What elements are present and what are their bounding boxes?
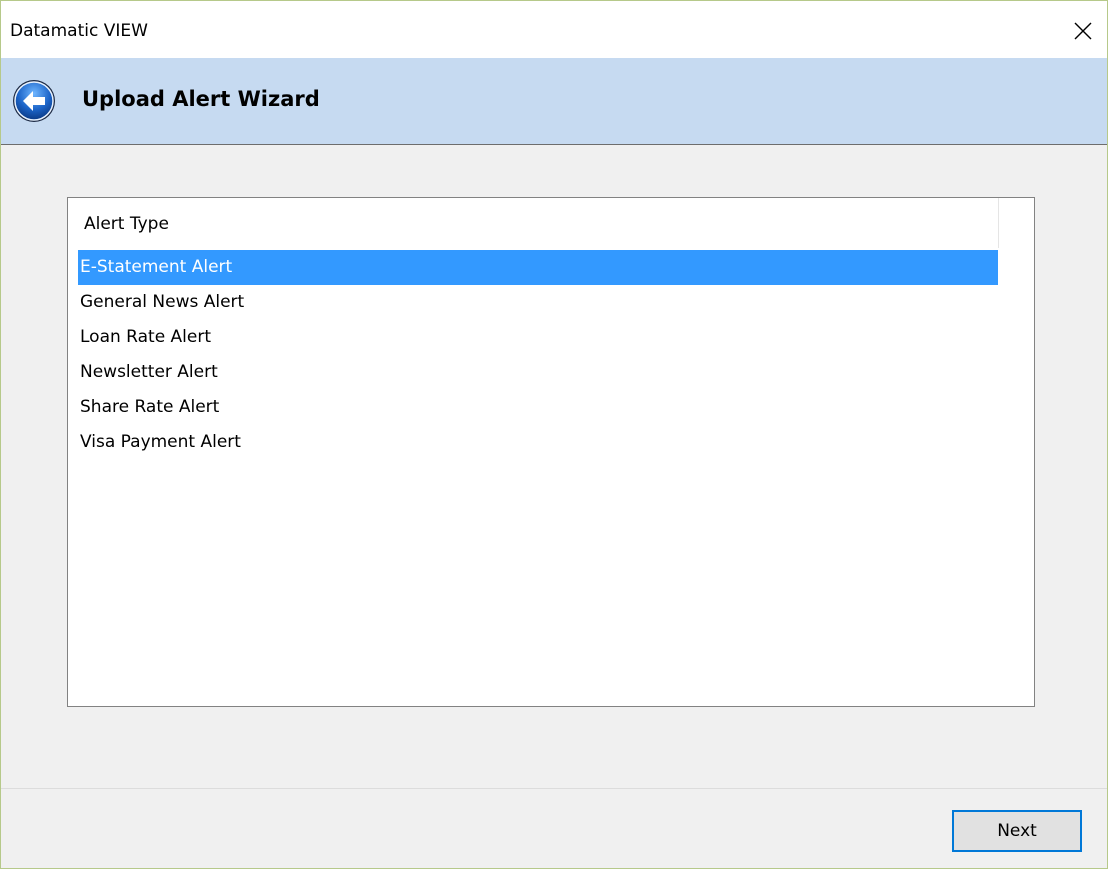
close-icon xyxy=(1074,22,1092,40)
title-bar[interactable]: Datamatic VIEW xyxy=(1,1,1107,58)
footer-divider xyxy=(1,788,1107,789)
alert-type-list[interactable]: Alert Type E-Statement Alert General New… xyxy=(67,197,1035,707)
back-arrow-icon xyxy=(13,80,55,122)
next-button[interactable]: Next xyxy=(952,810,1082,852)
column-header-label: Alert Type xyxy=(84,214,169,234)
close-button[interactable] xyxy=(1063,13,1103,49)
list-column-header[interactable]: Alert Type xyxy=(68,198,999,248)
wizard-header: Upload Alert Wizard xyxy=(1,58,1107,145)
back-button[interactable] xyxy=(11,78,57,124)
list-item[interactable]: Loan Rate Alert xyxy=(78,320,998,355)
list-item[interactable]: Share Rate Alert xyxy=(78,390,998,425)
list-item[interactable]: Newsletter Alert xyxy=(78,355,998,390)
list-item[interactable]: General News Alert xyxy=(78,285,998,320)
list-items: E-Statement Alert General News Alert Loa… xyxy=(78,250,998,460)
list-item[interactable]: Visa Payment Alert xyxy=(78,425,998,460)
wizard-title: Upload Alert Wizard xyxy=(82,87,320,111)
wizard-window: Datamatic VIEW Upload Alert Wizard Alert… xyxy=(0,0,1108,869)
window-title: Datamatic VIEW xyxy=(10,21,148,41)
list-item[interactable]: E-Statement Alert xyxy=(78,250,998,285)
